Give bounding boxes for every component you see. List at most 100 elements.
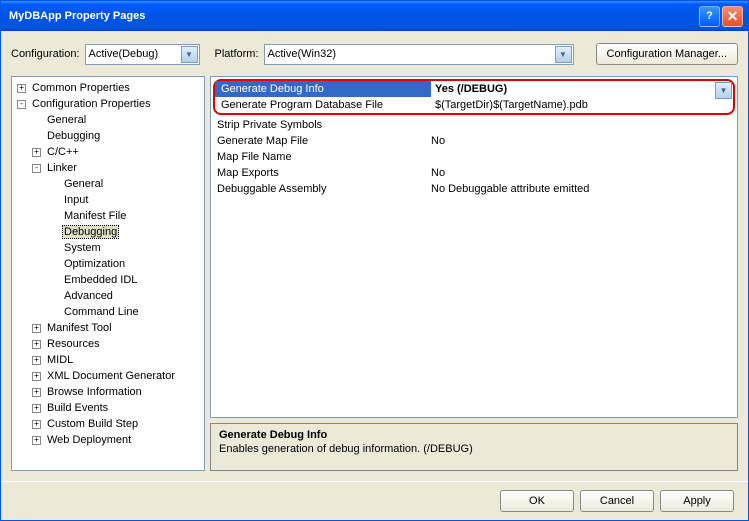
category-tree[interactable]: +Common Properties-Configuration Propert… [11, 76, 205, 471]
property-name: Strip Private Symbols [211, 117, 427, 133]
tree-item[interactable]: + Resources [14, 336, 202, 352]
property-grid[interactable]: Generate Debug InfoYes (/DEBUG)▼Generate… [210, 76, 738, 418]
tree-item-label: Browse Information [45, 385, 144, 399]
tree-item[interactable]: Optimization [14, 256, 202, 272]
property-row[interactable]: Generate Program Database File$(TargetDi… [215, 97, 733, 113]
tree-item[interactable]: Command Line [14, 304, 202, 320]
collapse-icon[interactable]: - [17, 100, 26, 109]
tree-item-label: General [45, 113, 88, 127]
tree-item[interactable]: + Manifest Tool [14, 320, 202, 336]
expand-icon[interactable]: + [32, 420, 41, 429]
tree-item[interactable]: -Configuration Properties [14, 96, 202, 112]
tree-item-label: System [62, 241, 103, 255]
tree-item-label: Optimization [62, 257, 127, 271]
property-name: Debuggable Assembly [211, 181, 427, 197]
property-name: Generate Map File [211, 133, 427, 149]
tree-item[interactable]: + XML Document Generator [14, 368, 202, 384]
expand-icon[interactable]: + [32, 324, 41, 333]
tree-item-label: Custom Build Step [45, 417, 140, 431]
tree-item-label: Embedded IDL [62, 273, 139, 287]
expand-icon[interactable]: + [32, 388, 41, 397]
property-value[interactable] [427, 149, 737, 165]
apply-button[interactable]: Apply [660, 490, 734, 512]
tree-item-label: Build Events [45, 401, 110, 415]
property-row[interactable]: Map File Name [211, 149, 737, 165]
tree-item[interactable]: -Linker [14, 160, 202, 176]
tree-item[interactable]: System [14, 240, 202, 256]
tree-item-label: Configuration Properties [30, 97, 153, 111]
expand-icon[interactable]: + [32, 404, 41, 413]
property-value[interactable]: No [427, 165, 737, 181]
tree-item[interactable]: + Common Properties [14, 80, 202, 96]
platform-label: Platform: [215, 48, 259, 60]
window-title: MyDBApp Property Pages [6, 10, 699, 22]
tree-item[interactable]: Embedded IDL [14, 272, 202, 288]
tree-item[interactable]: + Web Deployment [14, 432, 202, 448]
close-icon[interactable]: ✕ [722, 6, 743, 27]
tree-item[interactable]: + C/C++ [14, 144, 202, 160]
tree-item-label: Manifest Tool [45, 321, 114, 335]
description-body: Enables generation of debug information.… [219, 443, 729, 455]
expand-icon[interactable]: + [32, 356, 41, 365]
cancel-button[interactable]: Cancel [580, 490, 654, 512]
tree-item-label: Advanced [62, 289, 115, 303]
tree-item[interactable]: + Custom Build Step [14, 416, 202, 432]
configuration-value: Active(Debug) [89, 48, 159, 60]
configuration-label: Configuration: [11, 48, 80, 60]
expand-icon[interactable]: + [17, 84, 26, 93]
tree-item-label: Manifest File [62, 209, 128, 223]
property-value[interactable]: No Debuggable attribute emitted [427, 181, 737, 197]
property-value[interactable] [427, 117, 737, 133]
property-name: Map Exports [211, 165, 427, 181]
configuration-dropdown[interactable]: Active(Debug) ▼ [85, 44, 200, 65]
config-bar: Configuration: Active(Debug) ▼ Platform:… [1, 31, 748, 73]
ok-button[interactable]: OK [500, 490, 574, 512]
property-row[interactable]: Generate Map FileNo [211, 133, 737, 149]
configuration-manager-button[interactable]: Configuration Manager... [596, 43, 738, 65]
expand-icon[interactable]: + [32, 436, 41, 445]
tree-item[interactable]: General [14, 112, 202, 128]
tree-item-label: Resources [45, 337, 102, 351]
description-panel: Generate Debug Info Enables generation o… [210, 423, 738, 471]
tree-item-label: MIDL [45, 353, 75, 367]
tree-item-label: Web Deployment [45, 433, 133, 447]
tree-item-label: Debugging [45, 129, 102, 143]
description-title: Generate Debug Info [219, 429, 729, 441]
expand-icon[interactable]: + [32, 372, 41, 381]
tree-item-label: Linker [45, 161, 79, 175]
tree-item-label: Debugging [62, 225, 119, 239]
property-value[interactable]: Yes (/DEBUG)▼ [431, 81, 733, 97]
tree-item[interactable]: Input [14, 192, 202, 208]
tree-item[interactable]: + Browse Information [14, 384, 202, 400]
expand-icon[interactable]: + [32, 340, 41, 349]
help-icon[interactable]: ? [699, 6, 720, 27]
tree-item-label: Command Line [62, 305, 141, 319]
property-row[interactable]: Map ExportsNo [211, 165, 737, 181]
titlebar: MyDBApp Property Pages ? ✕ [1, 1, 748, 31]
property-value[interactable]: $(TargetDir)$(TargetName).pdb [431, 97, 733, 113]
chevron-down-icon[interactable]: ▼ [181, 46, 198, 63]
tree-item[interactable]: Debugging [14, 128, 202, 144]
dialog-buttons: OK Cancel Apply [1, 481, 748, 520]
tree-item[interactable]: General [14, 176, 202, 192]
property-row[interactable]: Generate Debug InfoYes (/DEBUG)▼ [215, 81, 733, 97]
property-name: Generate Debug Info [215, 81, 431, 97]
tree-item[interactable]: + Build Events [14, 400, 202, 416]
chevron-down-icon[interactable]: ▼ [555, 46, 572, 63]
property-name: Generate Program Database File [215, 97, 431, 113]
tree-item-label: XML Document Generator [45, 369, 177, 383]
expand-icon[interactable]: + [32, 148, 41, 157]
property-value[interactable]: No [427, 133, 737, 149]
collapse-icon[interactable]: - [32, 164, 41, 173]
highlighted-group: Generate Debug InfoYes (/DEBUG)▼Generate… [213, 79, 735, 115]
property-row[interactable]: Strip Private Symbols [211, 117, 737, 133]
tree-item-label: C/C++ [45, 145, 81, 159]
tree-item-label: Common Properties [30, 81, 132, 95]
tree-item[interactable]: + MIDL [14, 352, 202, 368]
tree-item[interactable]: Debugging [14, 224, 202, 240]
platform-dropdown[interactable]: Active(Win32) ▼ [264, 44, 574, 65]
tree-item-label: General [62, 177, 105, 191]
tree-item[interactable]: Advanced [14, 288, 202, 304]
property-row[interactable]: Debuggable AssemblyNo Debuggable attribu… [211, 181, 737, 197]
tree-item[interactable]: Manifest File [14, 208, 202, 224]
